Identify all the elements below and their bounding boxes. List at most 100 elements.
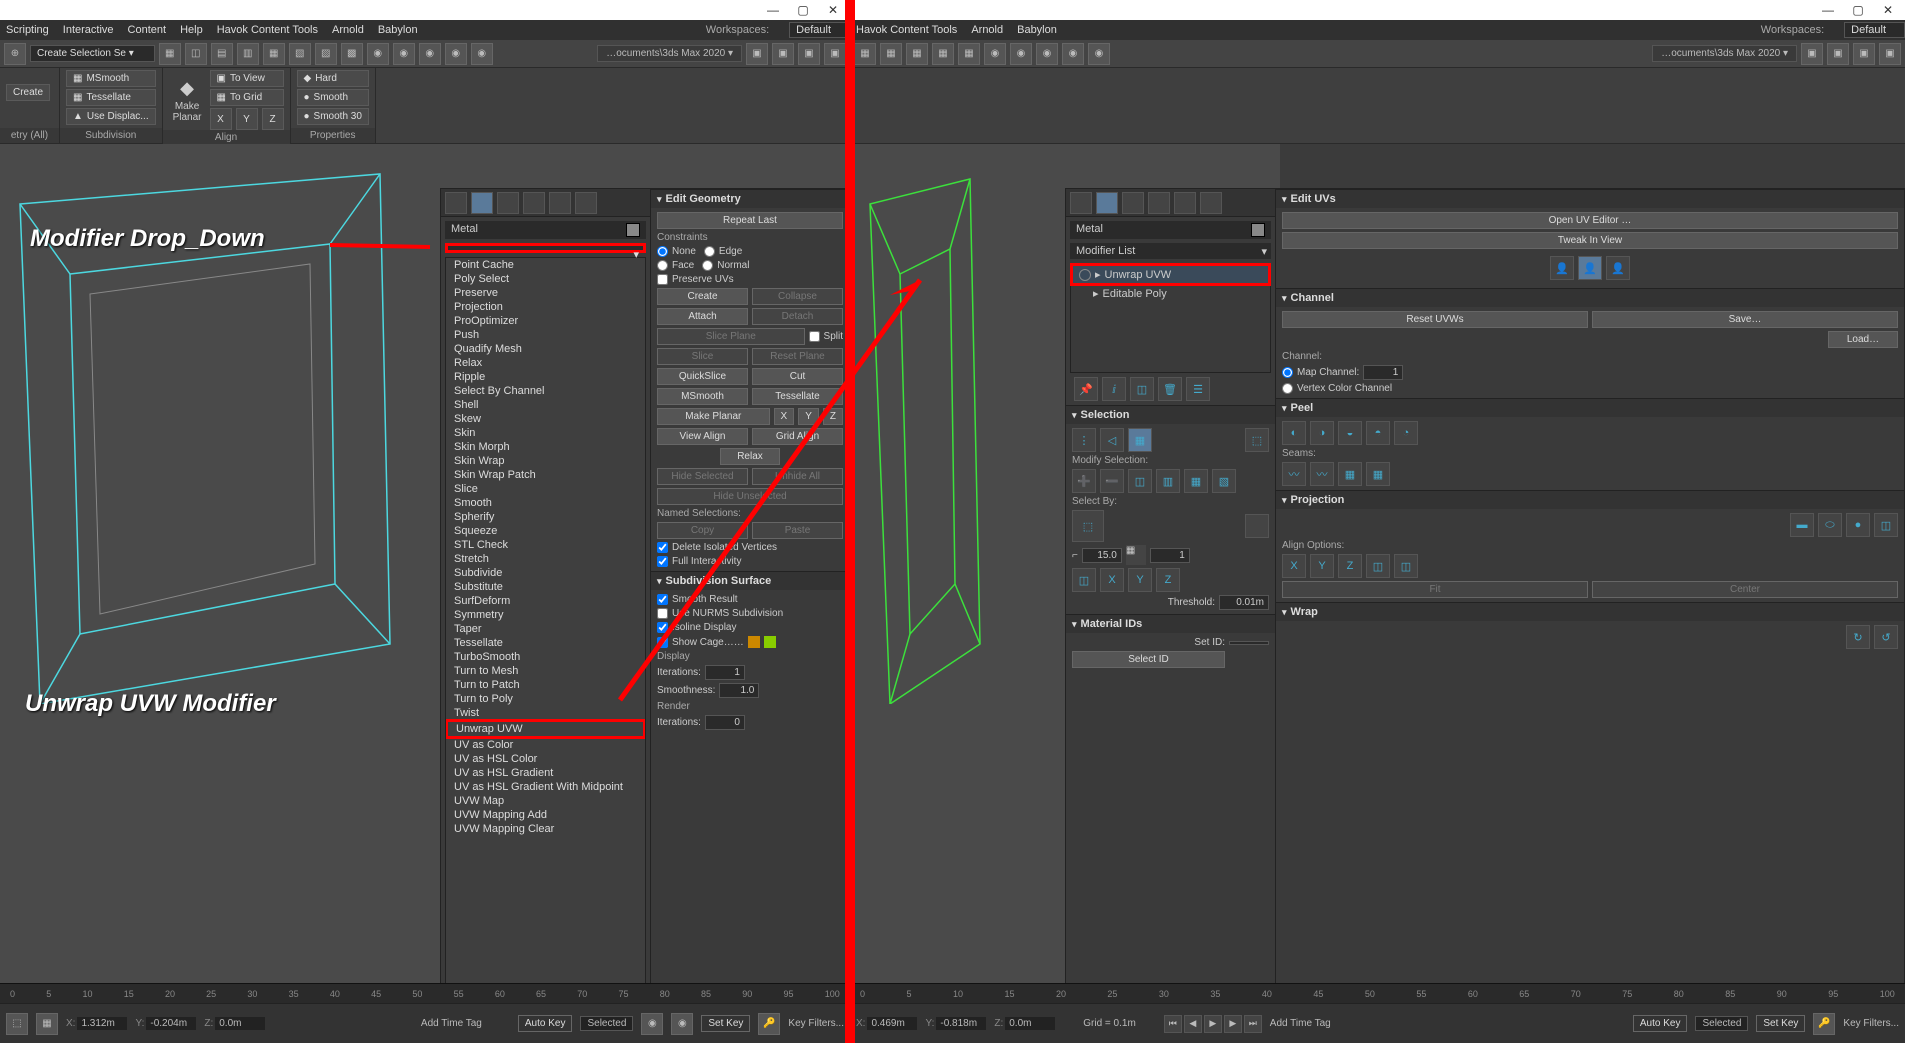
utilities-tab-icon[interactable] — [1200, 192, 1222, 214]
tool-icon[interactable]: ▣ — [746, 43, 768, 65]
iterations-spinner[interactable]: 1 — [705, 665, 745, 680]
x-axis-button[interactable]: X — [1100, 568, 1124, 592]
y-coord[interactable]: -0.818m — [936, 1017, 986, 1030]
reset-uvws-button[interactable]: Reset UVWs — [1282, 311, 1588, 328]
map-channel-radio[interactable]: Map Channel: — [1282, 367, 1359, 378]
motion-tab-icon[interactable] — [523, 192, 545, 214]
align-x-button[interactable]: X — [210, 108, 232, 130]
menu-content[interactable]: Content — [128, 24, 167, 36]
modifier-option-stretch[interactable]: Stretch — [446, 552, 645, 566]
teapot-icon[interactable]: ◉ — [1088, 43, 1110, 65]
select-by-cube-icon[interactable]: ⬚ — [1072, 510, 1104, 542]
smooth30-button[interactable]: ●Smooth 30 — [297, 108, 369, 125]
smooth-button[interactable]: ●Smooth — [297, 89, 369, 106]
modifier-option-taper[interactable]: Taper — [446, 622, 645, 636]
map-channel-spinner[interactable]: 1 — [1363, 365, 1403, 380]
peel-icon[interactable]: ◑ — [1310, 421, 1334, 445]
tessellate-button[interactable]: ▦Tessellate — [66, 89, 156, 106]
sel-icon[interactable]: ▦ — [1184, 469, 1208, 493]
modifier-option-surfdeform[interactable]: SurfDeform — [446, 594, 645, 608]
count-spinner[interactable]: 1 — [1150, 548, 1190, 563]
loop-icon[interactable]: ▥ — [1156, 469, 1180, 493]
key-filters-button[interactable]: Key Filters... — [788, 1018, 844, 1029]
teapot-icon[interactable]: ◉ — [393, 43, 415, 65]
box-proj-icon[interactable]: ◫ — [1874, 513, 1898, 537]
create-button[interactable]: Create — [6, 84, 50, 101]
modifier-list-dropdown[interactable] — [445, 243, 646, 253]
z-coord[interactable]: 0.0m — [1005, 1017, 1055, 1030]
make-unique-icon[interactable]: ◫ — [1130, 377, 1154, 401]
to-view-button[interactable]: ▣To View — [210, 70, 284, 87]
tool-icon[interactable]: ▣ — [1827, 43, 1849, 65]
tweak-in-view-button[interactable]: Tweak In View — [1282, 232, 1898, 249]
add-time-tag[interactable]: Add Time Tag — [421, 1018, 482, 1029]
modifier-option-quadify-mesh[interactable]: Quadify Mesh — [446, 342, 645, 356]
set-key-button[interactable]: Set Key — [701, 1015, 750, 1032]
modifier-list-dropdown[interactable]: Modifier List▾ — [1070, 243, 1271, 259]
x-coord[interactable]: 0.469m — [867, 1017, 917, 1030]
x-coord[interactable]: 1.312m — [77, 1017, 127, 1030]
planar-icon[interactable] — [1245, 514, 1269, 538]
align-z-button[interactable]: Z — [1338, 554, 1362, 578]
key-mode-dropdown[interactable]: Selected — [1695, 1016, 1748, 1031]
wrap-icon[interactable]: ↺ — [1874, 625, 1898, 649]
close-button[interactable]: ✕ — [1873, 1, 1903, 19]
object-name-field[interactable]: Metal — [1070, 221, 1271, 239]
x-button[interactable]: X — [774, 408, 795, 425]
play-icon[interactable]: ▶ — [1204, 1015, 1222, 1033]
modifier-option-prooptimizer[interactable]: ProOptimizer — [446, 314, 645, 328]
make-planar-button[interactable]: Make Planar — [657, 408, 770, 425]
modifier-option-turn-to-patch[interactable]: Turn to Patch — [446, 678, 645, 692]
create-button[interactable]: Create — [657, 288, 748, 305]
align-y-button[interactable]: Y — [236, 108, 258, 130]
modifier-option-tessellate[interactable]: Tessellate — [446, 636, 645, 650]
menu-scripting[interactable]: Scripting — [6, 24, 49, 36]
material-ids-header[interactable]: Material IDs — [1066, 615, 1275, 633]
peel-icon[interactable]: ◒ — [1338, 421, 1362, 445]
modifier-option-uvw-mapping-clear[interactable]: UVW Mapping Clear — [446, 822, 645, 836]
modify-tab-icon[interactable] — [1096, 192, 1118, 214]
modifier-option-skew[interactable]: Skew — [446, 412, 645, 426]
lock-icon[interactable]: ⬚ — [6, 1013, 28, 1035]
prev-frame-icon[interactable]: ◀ — [1184, 1015, 1202, 1033]
smoothness-spinner[interactable]: 1.0 — [719, 683, 759, 698]
view-align-button[interactable]: View Align — [657, 428, 748, 445]
display-tab-icon[interactable] — [1174, 192, 1196, 214]
key-icon[interactable]: 🔑 — [758, 1013, 780, 1035]
render-iterations-spinner[interactable]: 0 — [705, 715, 745, 730]
show-cage-check[interactable]: Show Cage…… — [657, 637, 744, 648]
z-coord[interactable]: 0.0m — [215, 1017, 265, 1030]
wrap-header[interactable]: Wrap — [1276, 603, 1904, 621]
select-by-element-icon[interactable]: ⬚ — [1245, 428, 1269, 452]
align-icon[interactable]: ◫ — [1366, 554, 1390, 578]
quick-map-icon[interactable]: 👤 — [1606, 256, 1630, 280]
align-y-button[interactable]: Y — [1310, 554, 1334, 578]
modifier-option-push[interactable]: Push — [446, 328, 645, 342]
teapot-icon[interactable]: ◉ — [471, 43, 493, 65]
minimize-button[interactable]: — — [1813, 1, 1843, 19]
maximize-button[interactable]: ▢ — [1843, 1, 1873, 19]
teapot-icon[interactable]: ◉ — [445, 43, 467, 65]
modifier-option-spherify[interactable]: Spherify — [446, 510, 645, 524]
menu-interactive[interactable]: Interactive — [63, 24, 114, 36]
tool-icon[interactable]: ▩ — [341, 43, 363, 65]
teapot-icon[interactable]: ◉ — [1010, 43, 1032, 65]
delete-isolated-check[interactable]: Delete Isolated Vertices — [657, 542, 843, 553]
tool-icon[interactable]: ▦ — [880, 43, 902, 65]
cage-color-1[interactable] — [748, 636, 760, 648]
quickslice-button[interactable]: QuickSlice — [657, 368, 748, 385]
align-x-button[interactable]: X — [1282, 554, 1306, 578]
menu-havok[interactable]: Havok Content Tools — [856, 24, 957, 36]
motion-tab-icon[interactable] — [1148, 192, 1170, 214]
teapot-icon[interactable]: ◉ — [419, 43, 441, 65]
attach-button[interactable]: Attach — [657, 308, 748, 325]
z-button[interactable]: Z — [823, 408, 843, 425]
modifier-option-uvw-map[interactable]: UVW Map — [446, 794, 645, 808]
tool-icon[interactable]: ⊕ — [4, 43, 26, 65]
menu-arnold[interactable]: Arnold — [971, 24, 1003, 36]
sel-icon[interactable]: ▧ — [1212, 469, 1236, 493]
modifier-option-preserve[interactable]: Preserve — [446, 286, 645, 300]
seam-icon[interactable]: ▦ — [1338, 462, 1362, 486]
projection-header[interactable]: Projection — [1276, 491, 1904, 509]
subdiv-surface-header[interactable]: Subdivision Surface — [651, 572, 849, 590]
